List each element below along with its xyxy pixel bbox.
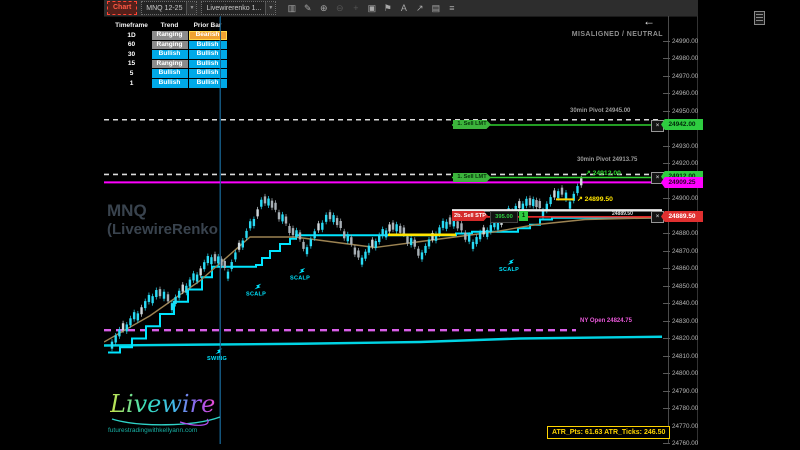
trend-cell: Bullish xyxy=(152,50,188,59)
chart-watermark: MNQ (LivewireRenko xyxy=(107,200,218,240)
instrument-dropdown[interactable]: MNQ 12-25 ▼ xyxy=(141,1,197,15)
crosshair-icon[interactable]: + xyxy=(350,1,361,15)
axis-tick: 24790.00 xyxy=(663,387,698,395)
trend-arrow-icon: ↗ xyxy=(577,196,583,203)
lightning-bolt-icon xyxy=(507,257,516,267)
axis-tick: 24760.00 xyxy=(663,440,698,448)
logo-url: futurestradingwithkellyann.com xyxy=(108,427,197,434)
table-header: Timeframe xyxy=(112,21,151,31)
timeframe-cell: 5 xyxy=(112,69,151,79)
axis-tick: 24990.00 xyxy=(663,37,698,45)
chevron-down-icon: ▼ xyxy=(186,2,196,14)
axis-tick: 24970.00 xyxy=(663,72,698,80)
zoom-out-icon[interactable]: ⊖ xyxy=(334,1,345,15)
chart-toolbar: Chart MNQ 12-25 ▼ Livewirerenko 1... ▼ ▥… xyxy=(104,0,698,17)
target-price-label: ↗ 24899.50 xyxy=(577,195,613,203)
axis-tick: 24880.00 xyxy=(663,230,698,238)
axis-tag-magenta-level: 24909.25 xyxy=(661,177,703,188)
axis-tick: 24820.00 xyxy=(663,335,698,343)
scalp-annotation: SCALP xyxy=(499,267,519,273)
trend-cell: Bullish xyxy=(152,69,188,78)
axis-tick: 24780.00 xyxy=(663,405,698,413)
axis-tag-sell-limit-1: 24942.00 xyxy=(661,119,703,130)
timeframe-cell: 60 xyxy=(112,40,151,50)
axis-tick: 24960.00 xyxy=(663,90,698,98)
axis-tick: 24830.00 xyxy=(663,317,698,325)
scalp-annotation: SCALP xyxy=(290,276,310,282)
export-icon[interactable]: ▣ xyxy=(366,1,377,15)
toolbar-icons: ▥ ✎ ⊕ ⊖ + ▣ ⚑ A ↗ ▤ ≡ xyxy=(286,1,457,15)
draw-icon[interactable]: ✎ xyxy=(302,1,313,15)
axis-tick: 24810.00 xyxy=(663,352,698,360)
axis-tick: 24860.00 xyxy=(663,265,698,273)
snapshot-icon[interactable]: ▤ xyxy=(430,1,441,15)
alignment-status: MISALIGNED / NEUTRAL xyxy=(572,31,663,38)
position-qty-box: 1 xyxy=(519,211,528,221)
axis-tick: 24930.00 xyxy=(663,142,698,150)
ny-open-label: NY Open 24824.75 xyxy=(580,318,632,324)
sell-limit-2-price-label: ↗ 24912.00 xyxy=(585,169,621,177)
axis-tick: 24800.00 xyxy=(663,370,698,378)
lightning-bolt-icon xyxy=(298,266,307,276)
axis-tag-stop: 24889.50 xyxy=(661,211,703,222)
atr-readout: ATR_Pts: 61.63 ATR_Ticks: 246.50 xyxy=(547,426,670,439)
timeframe-cell: 30 xyxy=(112,50,151,60)
pivot-mid-label: 30min Pivot 24913.75 xyxy=(577,157,637,163)
tab-chart[interactable]: Chart xyxy=(107,1,137,15)
chevron-down-icon: ▼ xyxy=(265,2,275,14)
stop-line-price-text: 24889.50 xyxy=(612,211,633,217)
axis-tick: 24980.00 xyxy=(663,55,698,63)
logo-swash xyxy=(108,414,228,428)
series-label: Livewirerenko 1... xyxy=(206,5,261,12)
trading-app-window: SCALP SCALP SCALP SWING Chart MNQ 12-25 ▼ L… xyxy=(0,0,800,450)
menu-icon[interactable]: ≡ xyxy=(446,1,457,15)
axis-tick: 24920.00 xyxy=(663,160,698,168)
chart-type-icon[interactable]: ▥ xyxy=(286,1,297,15)
trend-cell: Ranging xyxy=(152,31,188,40)
timeframe-cell: 15 xyxy=(112,59,151,69)
axis-tick: 24870.00 xyxy=(663,247,698,255)
sell-stop-tag[interactable]: 2b. Sell STP xyxy=(452,211,488,221)
axis-tick: 24840.00 xyxy=(663,300,698,308)
sell-limit-1-tag[interactable]: 1. Sell LMT xyxy=(453,120,491,129)
lightning-bolt-icon xyxy=(254,282,263,292)
unrealized-pnl-box: 395.00 xyxy=(490,211,518,223)
session-divider-line xyxy=(220,16,221,444)
axis-tick: 24850.00 xyxy=(663,282,698,290)
trend-arrow-icon: ↗ xyxy=(585,170,591,177)
axis-tick: 24950.00 xyxy=(663,107,698,115)
zoom-in-icon[interactable]: ⊕ xyxy=(318,1,329,15)
timeframe-cell: 1 xyxy=(112,79,151,89)
swing-annotation: SWING xyxy=(207,356,227,362)
trend-cell: Ranging xyxy=(152,41,188,50)
table-header: Prior Bar xyxy=(188,21,227,31)
timeframe-cell: 1D xyxy=(112,31,151,41)
flag-icon[interactable]: ⚑ xyxy=(382,1,393,15)
trend-tool-icon[interactable]: ↗ xyxy=(414,1,425,15)
scalp-annotation: SCALP xyxy=(246,291,266,297)
trend-cell: Ranging xyxy=(152,60,188,69)
text-tool-icon[interactable]: A xyxy=(398,1,409,15)
axis-tick: 24900.00 xyxy=(663,195,698,203)
trend-cell: Bullish xyxy=(152,79,188,88)
timeframe-trend-table: TimeframeTrendPrior Bar1DRangingBearish6… xyxy=(112,21,227,88)
sell-limit-2-tag[interactable]: 1. Sell LMT xyxy=(453,173,491,182)
file-icon[interactable] xyxy=(754,11,765,25)
scroll-left-arrow-icon[interactable]: ← xyxy=(643,14,655,28)
instrument-label: MNQ 12-25 xyxy=(146,5,182,12)
pivot-high-label: 30min Pivot 24945.00 xyxy=(570,108,630,114)
series-dropdown[interactable]: Livewirerenko 1... ▼ xyxy=(201,1,276,15)
table-header: Trend xyxy=(151,21,188,31)
